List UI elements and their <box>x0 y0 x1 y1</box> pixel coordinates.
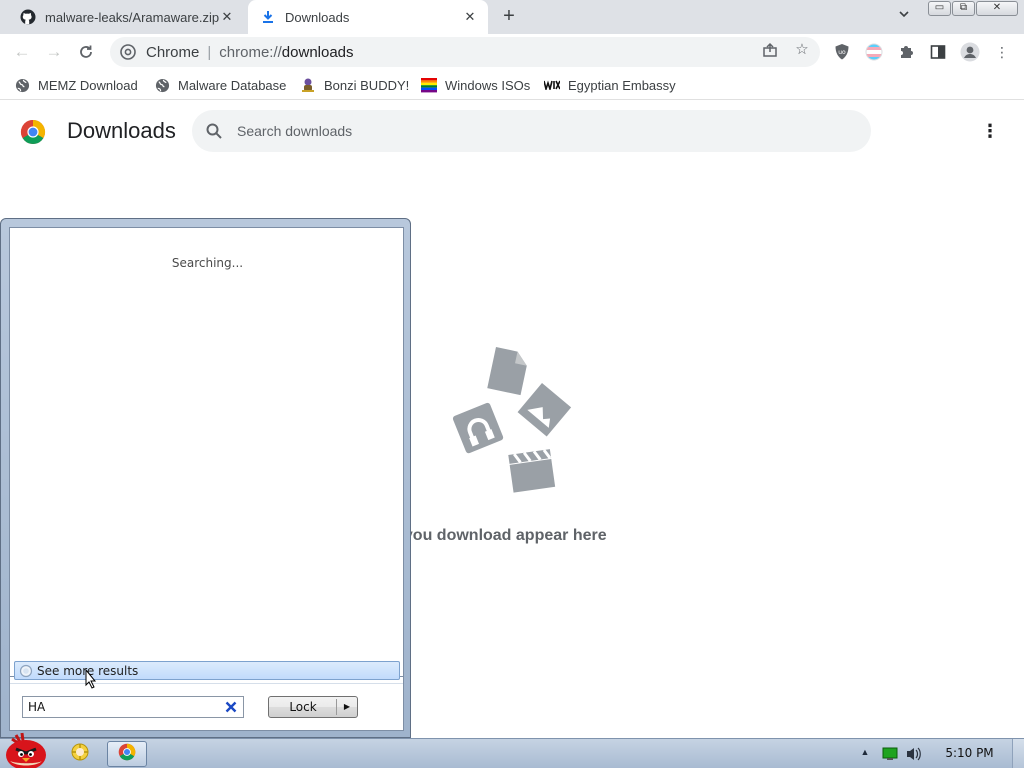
tab-github[interactable]: malware-leaks/Aramaware.zip ✕ <box>8 0 245 34</box>
kebab-menu-icon[interactable]: ⋮ <box>992 42 1012 62</box>
show-desktop-button[interactable] <box>1012 739 1024 768</box>
clear-icon[interactable] <box>224 700 238 714</box>
folder-icon <box>70 742 90 767</box>
globe-icon <box>14 77 30 93</box>
taskbar-item-explorer[interactable] <box>60 741 100 767</box>
divider <box>10 683 403 684</box>
bonzi-icon <box>300 77 316 93</box>
downloads-search[interactable] <box>192 110 871 152</box>
see-more-results-button[interactable]: See more results <box>14 661 400 680</box>
github-icon <box>20 9 36 25</box>
bookmarks-bar: MEMZ Download Malware Database Bonzi BUD… <box>0 70 1024 100</box>
empty-downloads-illustration <box>450 345 575 495</box>
tab-title: Downloads <box>285 9 350 25</box>
tab-title: malware-leaks/Aramaware.zip <box>45 9 219 25</box>
side-panel-icon[interactable] <box>928 42 948 62</box>
omnibox-separator: | <box>207 43 212 61</box>
bookmark-label: Malware Database <box>178 77 287 93</box>
empty-downloads-text: Files you download appear here <box>409 527 607 544</box>
show-hidden-icons-icon[interactable]: ▲ <box>859 747 871 759</box>
bookmark-star-icon[interactable]: ☆ <box>792 40 812 60</box>
bookmark-label: Windows ISOs <box>445 77 531 93</box>
bookmark-egyptian-embassy[interactable]: Egyptian Embassy <box>544 76 676 94</box>
tab-strip: malware-leaks/Aramaware.zip ✕ Downloads … <box>0 0 1024 34</box>
globe-icon <box>154 77 170 93</box>
more-actions-icon[interactable]: ⋮ <box>979 120 1001 142</box>
close-icon[interactable]: ✕ <box>462 9 478 25</box>
bookmark-bonzi-buddy[interactable]: Bonzi BUDDY! <box>300 76 409 94</box>
chevron-right-icon[interactable]: ▶ <box>339 700 355 714</box>
trans-flag-icon[interactable] <box>864 42 884 62</box>
mouse-cursor-icon <box>83 668 99 692</box>
bookmark-label: MEMZ Download <box>38 77 138 93</box>
download-icon <box>260 9 276 25</box>
reload-button[interactable] <box>75 41 97 63</box>
ublock-icon[interactable]: uo <box>832 42 852 62</box>
url-scheme: chrome:// <box>219 43 282 61</box>
bookmark-malware-database[interactable]: Malware Database <box>154 76 286 94</box>
taskbar: ▲ 5:10 PM <box>0 732 1024 768</box>
chevron-down-icon[interactable] <box>894 8 914 28</box>
search-input[interactable] <box>237 123 837 139</box>
search-query-input[interactable]: HA <box>22 696 244 718</box>
downloads-header: Downloads ⋮ <box>0 101 1024 161</box>
restore-button[interactable]: ⧉ <box>952 1 975 16</box>
bookmark-label: Egyptian Embassy <box>568 77 676 93</box>
magnifier-icon <box>19 664 33 678</box>
search-popup-footer: See more results HA Lock ▶ <box>9 661 404 731</box>
forward-button[interactable]: → <box>43 41 65 63</box>
chrome-icon <box>118 743 136 766</box>
lock-button[interactable]: Lock ▶ <box>268 696 358 718</box>
close-icon[interactable]: ✕ <box>219 9 235 25</box>
network-icon[interactable] <box>882 746 900 762</box>
bookmark-label: Bonzi BUDDY! <box>324 77 410 93</box>
tab-downloads[interactable]: Downloads ✕ <box>248 0 488 34</box>
url-host: downloads <box>281 43 354 61</box>
bookmark-windows-isos[interactable]: Windows ISOs <box>421 76 530 94</box>
page-title: Downloads <box>67 118 176 143</box>
empty-downloads-message: Files you download appear here <box>409 527 669 547</box>
taskbar-item-chrome[interactable] <box>107 741 147 767</box>
address-bar[interactable]: Chrome | chrome:// downloads <box>110 37 820 67</box>
rainbow-flag-icon <box>421 77 437 93</box>
lock-label: Lock <box>289 700 317 714</box>
profile-avatar[interactable] <box>960 42 980 62</box>
minimize-button[interactable]: ▭ <box>928 1 951 16</box>
chrome-icon <box>120 44 136 60</box>
search-query-text: HA <box>28 700 46 714</box>
search-status: Searching... <box>171 256 244 270</box>
search-popup: Searching... See more results HA Lock ▶ <box>0 218 411 738</box>
taskbar-clock[interactable]: 5:10 PM <box>937 746 1002 760</box>
puzzle-icon[interactable] <box>896 42 916 62</box>
toolbar: ← → Chrome | chrome:// downloads ☆ uo ⋮ <box>0 34 1024 70</box>
share-icon[interactable] <box>760 40 780 60</box>
search-results-pane: Searching... <box>9 227 404 677</box>
omnibox-chip: Chrome <box>146 43 200 61</box>
start-button[interactable] <box>2 729 50 768</box>
chrome-logo-icon <box>20 119 46 145</box>
volume-icon[interactable] <box>905 746 923 762</box>
search-icon <box>204 121 224 141</box>
divider <box>336 699 337 715</box>
wix-icon <box>544 77 560 93</box>
window-close-button[interactable]: ✕ <box>976 1 1018 16</box>
svg-text:uo: uo <box>838 49 846 56</box>
bookmark-memz[interactable]: MEMZ Download <box>14 76 138 94</box>
new-tab-button[interactable]: + <box>498 6 520 28</box>
back-button[interactable]: ← <box>11 41 33 63</box>
